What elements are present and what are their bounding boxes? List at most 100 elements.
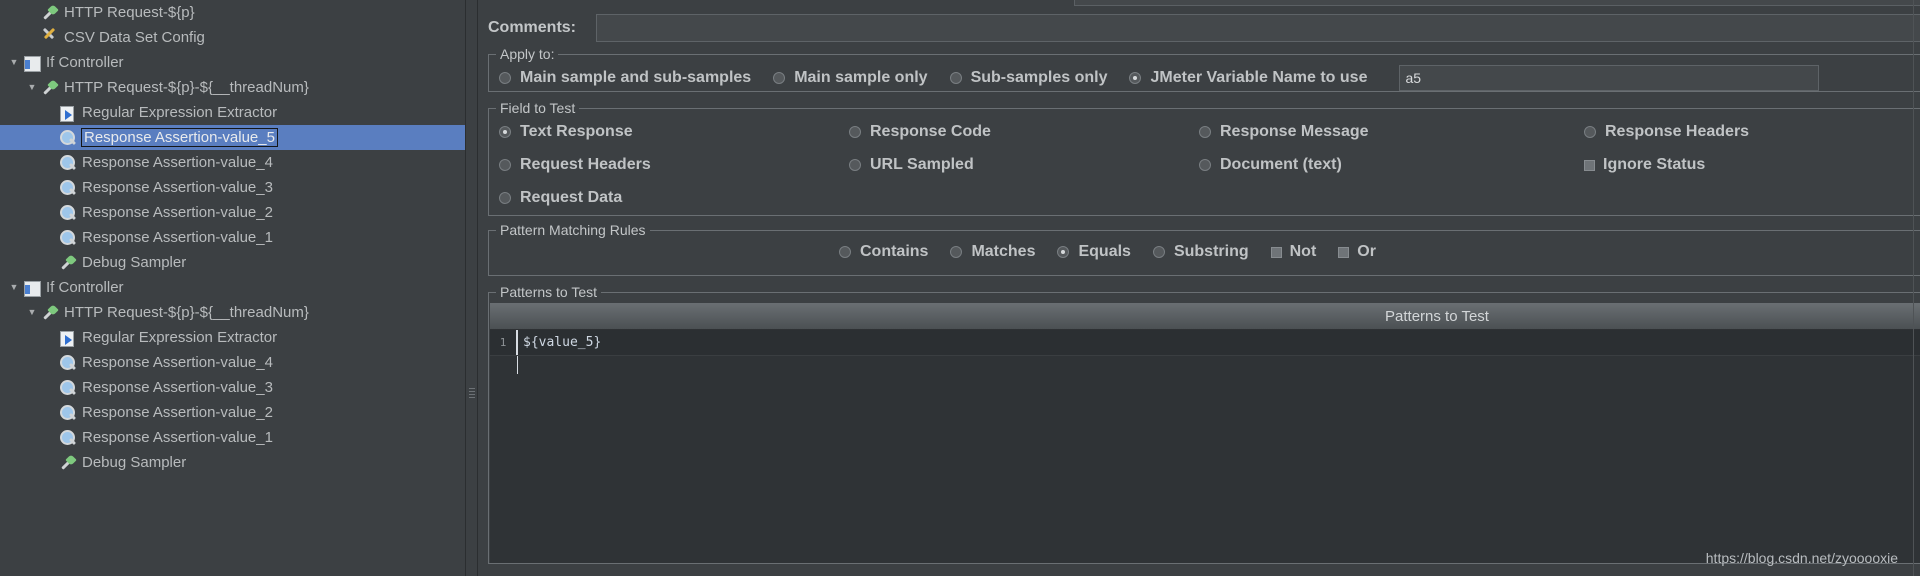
field-to-test-option[interactable]: Request Data <box>499 189 849 207</box>
field-to-test-option[interactable]: Ignore Status <box>1584 156 1920 174</box>
tree-item-label: Response Assertion-value_1 <box>82 429 273 446</box>
tree-item[interactable]: ▼ HTTP Request-${p}-${__threadNum} <box>0 300 465 325</box>
field-to-test-option[interactable]: Request Headers <box>499 156 849 174</box>
assertion-icon <box>58 204 77 222</box>
field-to-test-option[interactable]: Text Response <box>499 123 849 141</box>
jmeter-variable-name-input[interactable]: a5 <box>1399 65 1820 91</box>
radio-icon[interactable] <box>950 246 963 258</box>
radio-icon[interactable] <box>1584 126 1596 138</box>
tree-item[interactable]: ▼Response Assertion-value_2 <box>0 400 465 425</box>
radio-icon[interactable] <box>499 72 511 84</box>
tree-item[interactable]: ▼CSV Data Set Config <box>0 25 465 50</box>
apply-to-options[interactable]: Main sample and sub-samples Main sample o… <box>499 65 1920 91</box>
tree-expand-toggle-icon[interactable]: ▼ <box>24 80 40 96</box>
tree-item[interactable]: ▼Regular Expression Extractor <box>0 325 465 350</box>
tree-item[interactable]: ▼Debug Sampler <box>0 250 465 275</box>
radio-icon[interactable] <box>499 126 511 138</box>
watermark-text: https://blog.csdn.net/zyooooxie <box>1705 550 1898 566</box>
radio-icon[interactable] <box>1129 72 1142 84</box>
field-to-test-option-label: Response Message <box>1220 123 1369 140</box>
field-to-test-option-label: URL Sampled <box>870 156 974 173</box>
pattern-rule-option[interactable]: Equals <box>1057 243 1131 261</box>
splitter-grip-icon[interactable] <box>469 388 475 402</box>
tree-item[interactable]: ▼Response Assertion-value_1 <box>0 425 465 450</box>
comments-input[interactable] <box>596 14 1920 42</box>
apply-to-option[interactable]: Sub-samples only <box>949 69 1108 87</box>
tree-item[interactable]: ▼Debug Sampler <box>0 450 465 475</box>
tree-item-label: Response Assertion-value_4 <box>82 354 273 371</box>
pattern-matching-rules-options[interactable]: Contains Matches Equals Substring Not Or <box>839 243 1398 261</box>
radio-icon[interactable] <box>1152 246 1165 258</box>
pattern-rule-option-label: Or <box>1357 243 1376 260</box>
tree-item[interactable]: ▼Response Assertion-value_3 <box>0 375 465 400</box>
tree-expand-toggle-icon[interactable]: ▼ <box>6 55 22 71</box>
field-to-test-options[interactable]: Text Response Response Code Response Messa… <box>499 123 1920 207</box>
pattern-rule-option[interactable]: Matches <box>950 243 1035 261</box>
field-to-test-option[interactable]: Response Code <box>849 123 1199 141</box>
radio-icon[interactable] <box>1199 126 1211 138</box>
radio-icon[interactable] <box>949 72 962 84</box>
pane-splitter[interactable] <box>466 0 478 576</box>
radio-icon[interactable] <box>499 159 511 171</box>
test-plan-tree-pane[interactable]: ▼HTTP Request-${p}▼CSV Data Set Config▼I… <box>0 0 466 576</box>
panel-right-edge <box>1913 0 1914 576</box>
apply-to-option[interactable]: Main sample and sub-samples <box>499 69 751 87</box>
pattern-rule-option-label: Contains <box>860 243 929 260</box>
tree-item[interactable]: ▼HTTP Request-${p} <box>0 0 465 25</box>
field-to-test-option-label: Response Headers <box>1605 123 1750 140</box>
radio-icon[interactable] <box>1199 159 1211 171</box>
field-to-test-option[interactable]: Document (text) <box>1199 156 1584 174</box>
apply-to-option[interactable]: Main sample only <box>773 69 928 87</box>
assertion-icon <box>58 229 77 247</box>
tree-item[interactable]: ▼Response Assertion-value_3 <box>0 175 465 200</box>
tree-item[interactable]: ▼Response Assertion-value_4 <box>0 350 465 375</box>
tree-expand-toggle-icon[interactable]: ▼ <box>24 305 40 321</box>
assertion-icon <box>58 129 77 147</box>
apply-to-option-label: Main sample and sub-samples <box>520 69 752 86</box>
field-to-test-legend: Field to Test <box>496 100 580 116</box>
controller-icon <box>22 54 41 72</box>
field-to-test-group: Field to Test Text Response Response Code… <box>488 100 1920 216</box>
pattern-cell[interactable]: ${value_5} <box>516 330 1920 355</box>
test-plan-tree[interactable]: ▼HTTP Request-${p}▼CSV Data Set Config▼I… <box>0 0 465 475</box>
apply-to-option-label: Main sample only <box>794 69 928 86</box>
tree-item-label: Response Assertion-value_2 <box>82 404 273 421</box>
tree-item[interactable]: ▼ If Controller <box>0 275 465 300</box>
tree-expand-toggle-icon[interactable]: ▼ <box>6 280 22 296</box>
tree-item[interactable]: ▼ HTTP Request-${p}-${__threadNum} <box>0 75 465 100</box>
radio-icon[interactable] <box>849 159 861 171</box>
pattern-rule-option[interactable]: Or <box>1338 243 1376 261</box>
pattern-rule-option[interactable]: Contains <box>839 243 928 261</box>
pattern-rule-option[interactable]: Substring <box>1152 243 1249 261</box>
tree-item-label: If Controller <box>46 54 124 71</box>
tree-item[interactable]: ▼Response Assertion-value_1 <box>0 225 465 250</box>
field-to-test-option[interactable]: Response Headers <box>1584 123 1920 141</box>
pipette-icon <box>58 454 77 472</box>
patterns-table-body[interactable]: 1 ${value_5} <box>490 330 1920 563</box>
radio-icon[interactable] <box>849 126 861 138</box>
extractor-icon <box>58 104 77 122</box>
row-number: 1 <box>499 336 507 349</box>
checkbox-icon[interactable] <box>1584 159 1595 171</box>
radio-icon[interactable] <box>499 192 511 204</box>
tree-item-label: CSV Data Set Config <box>64 29 205 46</box>
field-to-test-option[interactable]: Response Message <box>1199 123 1584 141</box>
pattern-rule-option[interactable]: Not <box>1270 243 1316 261</box>
apply-to-option-label: Sub-samples only <box>970 69 1108 86</box>
radio-icon[interactable] <box>1057 246 1070 258</box>
tree-item[interactable]: ▼Response Assertion-value_4 <box>0 150 465 175</box>
radio-icon[interactable] <box>839 246 851 258</box>
patterns-table-row[interactable]: 1 ${value_5} <box>490 330 1920 356</box>
assertion-icon <box>58 179 77 197</box>
apply-to-group: Apply to: Main sample and sub-samples Mai… <box>488 46 1920 92</box>
apply-to-option[interactable]: JMeter Variable Name to use <box>1129 69 1367 87</box>
checkbox-icon[interactable] <box>1270 246 1282 258</box>
radio-icon[interactable] <box>773 72 786 84</box>
tree-item[interactable]: ▼Regular Expression Extractor <box>0 100 465 125</box>
tree-item[interactable]: ▼ If Controller <box>0 50 465 75</box>
tree-item[interactable]: ▼Response Assertion-value_5 <box>0 125 465 150</box>
field-to-test-option[interactable]: URL Sampled <box>849 156 1199 174</box>
tree-item-label: HTTP Request-${p}-${__threadNum} <box>64 304 309 321</box>
checkbox-icon[interactable] <box>1338 246 1350 258</box>
tree-item[interactable]: ▼Response Assertion-value_2 <box>0 200 465 225</box>
